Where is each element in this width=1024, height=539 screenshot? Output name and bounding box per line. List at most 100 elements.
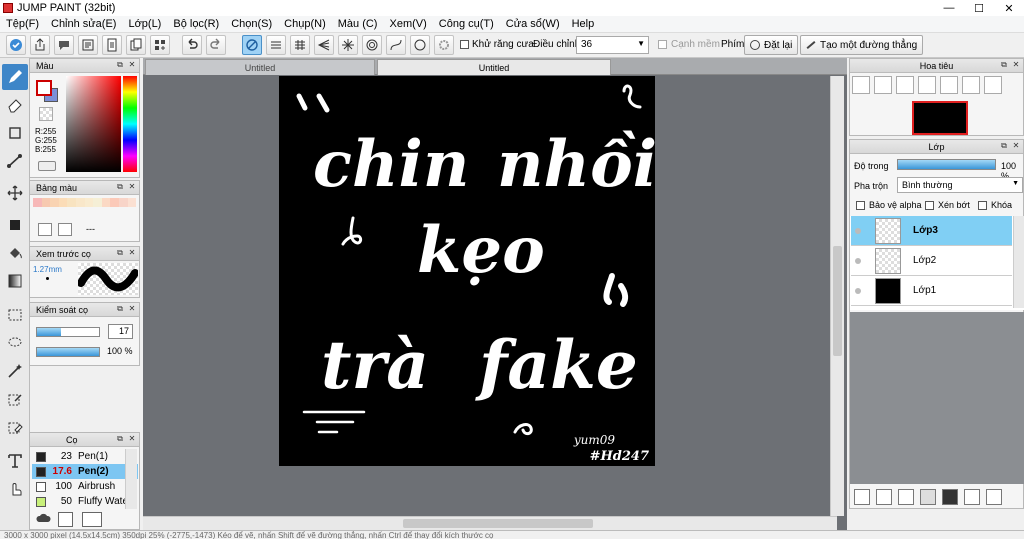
tool-move[interactable] bbox=[2, 180, 28, 206]
brush-size-input[interactable]: 17 bbox=[108, 324, 133, 339]
panel-float-icon[interactable]: ⧉ bbox=[115, 248, 125, 258]
palette-swatch[interactable] bbox=[101, 198, 111, 207]
brush-size-slider[interactable] bbox=[36, 327, 100, 337]
brush-item-pen1[interactable]: 23 Pen(1) bbox=[32, 449, 138, 464]
panel-close-icon[interactable]: ✕ bbox=[127, 434, 137, 444]
clip-checkbox[interactable]: Xén bớt bbox=[925, 200, 970, 210]
new-vector-layer-icon[interactable] bbox=[876, 489, 892, 505]
palette-swatch[interactable] bbox=[93, 198, 102, 207]
tool-gradient[interactable] bbox=[2, 268, 28, 294]
menu-help[interactable]: Help bbox=[566, 18, 601, 30]
menu-layer[interactable]: Lớp(L) bbox=[122, 18, 167, 30]
menu-color[interactable]: Màu (C) bbox=[332, 18, 384, 30]
palette-swatch[interactable] bbox=[118, 198, 128, 207]
palette-swatch[interactable] bbox=[127, 198, 137, 207]
blend-mode-select[interactable]: Bình thường ▼ bbox=[897, 177, 1023, 193]
tool-eraser[interactable] bbox=[2, 92, 28, 118]
brush-mode-button[interactable] bbox=[6, 35, 26, 55]
minimize-button[interactable]: — bbox=[934, 0, 964, 16]
reset-button[interactable]: Đặt lại bbox=[744, 35, 799, 55]
tool-lasso[interactable] bbox=[2, 330, 28, 356]
drawing-canvas[interactable]: chin nhồi kẹo trà fake yum09 #Hd247 bbox=[279, 76, 655, 466]
tool-shape[interactable] bbox=[2, 120, 28, 146]
snap-ellipse-button[interactable] bbox=[410, 35, 430, 55]
panel-close-icon[interactable]: ✕ bbox=[127, 182, 137, 192]
share-button[interactable] bbox=[30, 35, 50, 55]
panel-float-icon[interactable]: ⧉ bbox=[999, 141, 1009, 151]
cloud-download-icon[interactable] bbox=[36, 512, 52, 527]
panel-close-icon[interactable]: ✕ bbox=[127, 248, 137, 258]
redo-button[interactable] bbox=[206, 35, 226, 55]
layer-item-1[interactable]: Lớp1 bbox=[851, 276, 1012, 306]
maximize-button[interactable]: ☐ bbox=[964, 0, 994, 16]
saturation-value-picker[interactable] bbox=[66, 76, 121, 172]
transparent-color-swatch[interactable] bbox=[39, 107, 53, 121]
tool-fill-rect[interactable] bbox=[2, 212, 28, 238]
snap-off-button[interactable] bbox=[242, 35, 262, 55]
brush-list-scrollbar[interactable] bbox=[125, 449, 137, 509]
hue-slider[interactable] bbox=[123, 76, 137, 172]
antialias-checkbox[interactable] bbox=[460, 40, 469, 49]
merge-down-icon[interactable] bbox=[986, 489, 1002, 505]
panel-button[interactable] bbox=[78, 35, 98, 55]
menu-tools[interactable]: Công cụ(T) bbox=[433, 18, 500, 30]
panel-float-icon[interactable]: ⧉ bbox=[115, 434, 125, 444]
pages-button[interactable] bbox=[126, 35, 146, 55]
lock-checkbox[interactable]: Khóa bbox=[978, 200, 1012, 210]
undo-button[interactable] bbox=[182, 35, 202, 55]
panel-close-icon[interactable]: ✕ bbox=[127, 60, 137, 70]
panel-close-icon[interactable]: ✕ bbox=[1011, 60, 1021, 70]
panel-float-icon[interactable]: ⧉ bbox=[115, 60, 125, 70]
tool-operation[interactable] bbox=[2, 476, 28, 502]
layer-list-scrollbar[interactable] bbox=[1013, 216, 1024, 308]
eye-icon[interactable] bbox=[851, 287, 865, 294]
reset-rotation-icon[interactable] bbox=[962, 76, 980, 94]
menu-capture[interactable]: Chụp(N) bbox=[278, 18, 332, 30]
new-layer-icon[interactable] bbox=[854, 489, 870, 505]
layer-item-3[interactable]: Lớp3 bbox=[851, 216, 1012, 246]
menu-select[interactable]: Chọn(S) bbox=[225, 18, 278, 30]
snap-radial-button[interactable] bbox=[338, 35, 358, 55]
panel-float-icon[interactable]: ⧉ bbox=[115, 304, 125, 314]
menu-file[interactable]: Tệp(F) bbox=[0, 18, 45, 30]
brush-item-pen2[interactable]: 17.6 Pen(2) bbox=[32, 464, 138, 479]
palette-swatch[interactable] bbox=[75, 198, 85, 207]
tool-select-eraser[interactable] bbox=[2, 414, 28, 440]
panel-close-icon[interactable]: ✕ bbox=[1011, 141, 1021, 151]
menu-window[interactable]: Cửa sổ(W) bbox=[500, 18, 566, 30]
eye-icon[interactable] bbox=[851, 257, 865, 264]
tool-select-pen[interactable] bbox=[2, 386, 28, 412]
palette-swatch[interactable] bbox=[41, 198, 51, 207]
zoom-out-icon[interactable] bbox=[896, 76, 914, 94]
menu-edit[interactable]: Chỉnh sửa(E) bbox=[45, 18, 122, 30]
tool-bucket[interactable] bbox=[2, 240, 28, 266]
tool-magic-wand[interactable] bbox=[2, 358, 28, 384]
tool-select-rect[interactable] bbox=[2, 302, 28, 328]
soft-edge-checkbox[interactable] bbox=[658, 40, 667, 49]
snap-circle-button[interactable] bbox=[362, 35, 382, 55]
snap-grid-button[interactable] bbox=[290, 35, 310, 55]
palette-swatch[interactable] bbox=[33, 198, 42, 207]
eye-icon[interactable] bbox=[851, 227, 865, 234]
panel-float-icon[interactable]: ⧉ bbox=[115, 182, 125, 192]
zoom-fit-icon[interactable] bbox=[852, 76, 870, 94]
brush-opacity-slider[interactable] bbox=[36, 347, 100, 357]
new-brush-icon[interactable] bbox=[58, 512, 73, 527]
tab-untitled-1[interactable]: Untitled bbox=[145, 59, 375, 75]
vertical-scroll-thumb[interactable] bbox=[833, 246, 842, 356]
brush-settings-icon[interactable] bbox=[82, 512, 102, 527]
snap-perspective-button[interactable] bbox=[314, 35, 334, 55]
rotate-left-icon[interactable] bbox=[918, 76, 936, 94]
new-ruler-button[interactable]: Tạo một đường thẳng bbox=[800, 35, 924, 55]
tab-untitled-2[interactable]: Untitled bbox=[377, 59, 611, 75]
palette-swatch[interactable] bbox=[84, 198, 94, 207]
palette-swatch[interactable] bbox=[58, 198, 68, 207]
document-button[interactable] bbox=[102, 35, 122, 55]
layer-item-2[interactable]: Lớp2 bbox=[851, 246, 1012, 276]
zoom-in-icon[interactable] bbox=[874, 76, 892, 94]
brush-item-fluffy-water[interactable]: 50 Fluffy Water bbox=[32, 494, 138, 509]
fit-window-icon[interactable] bbox=[984, 76, 1002, 94]
tool-text[interactable] bbox=[2, 448, 28, 474]
protect-alpha-checkbox[interactable]: Bảo vệ alpha bbox=[856, 200, 922, 210]
panel-close-icon[interactable]: ✕ bbox=[127, 304, 137, 314]
